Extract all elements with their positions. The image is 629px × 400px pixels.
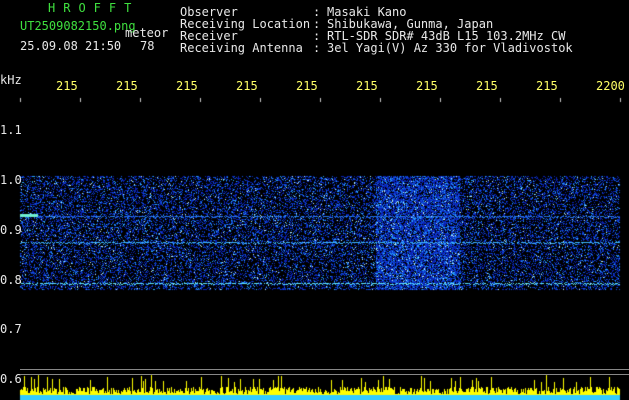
freq-tick-label: 1.0	[0, 173, 22, 187]
time-tick-label: 215	[476, 79, 498, 93]
time-tick-label: 215	[536, 79, 558, 93]
freq-tick-label: 1.1	[0, 123, 22, 137]
meteor-count: 78	[140, 39, 155, 53]
time-tick-label: 215	[236, 79, 258, 93]
level-separator-line	[20, 374, 629, 375]
freq-tick-label: 0.6	[0, 372, 22, 386]
time-tick-label: 215	[176, 79, 198, 93]
freq-unit-label: kHz	[0, 73, 22, 87]
time-tick-label: 215	[296, 79, 318, 93]
datetime-label: 25.09.08 21:50	[20, 39, 122, 53]
time-tick-label: 215	[356, 79, 378, 93]
time-tick-label: 215	[56, 79, 78, 93]
spectrogram-canvas	[0, 0, 629, 400]
freq-tick-label: 0.8	[0, 273, 22, 287]
time-tick-label: 2200	[596, 79, 625, 93]
field-label-antenna: Receiving Antenna	[180, 41, 303, 55]
freq-tick-label: 0.9	[0, 223, 22, 237]
freq-tick-label: 0.7	[0, 322, 22, 336]
time-tick-label: 215	[116, 79, 138, 93]
level-separator-line	[20, 369, 629, 370]
meteor-label: meteor	[125, 26, 169, 40]
time-tick-label: 215	[416, 79, 438, 93]
antenna-value: 3el Yagi(V) Az 330 for Vladivostok	[327, 41, 573, 55]
field-separator: :	[313, 41, 321, 55]
filename-label: UT2509082150.png	[20, 19, 136, 33]
app-title: HROFFT	[48, 1, 140, 15]
